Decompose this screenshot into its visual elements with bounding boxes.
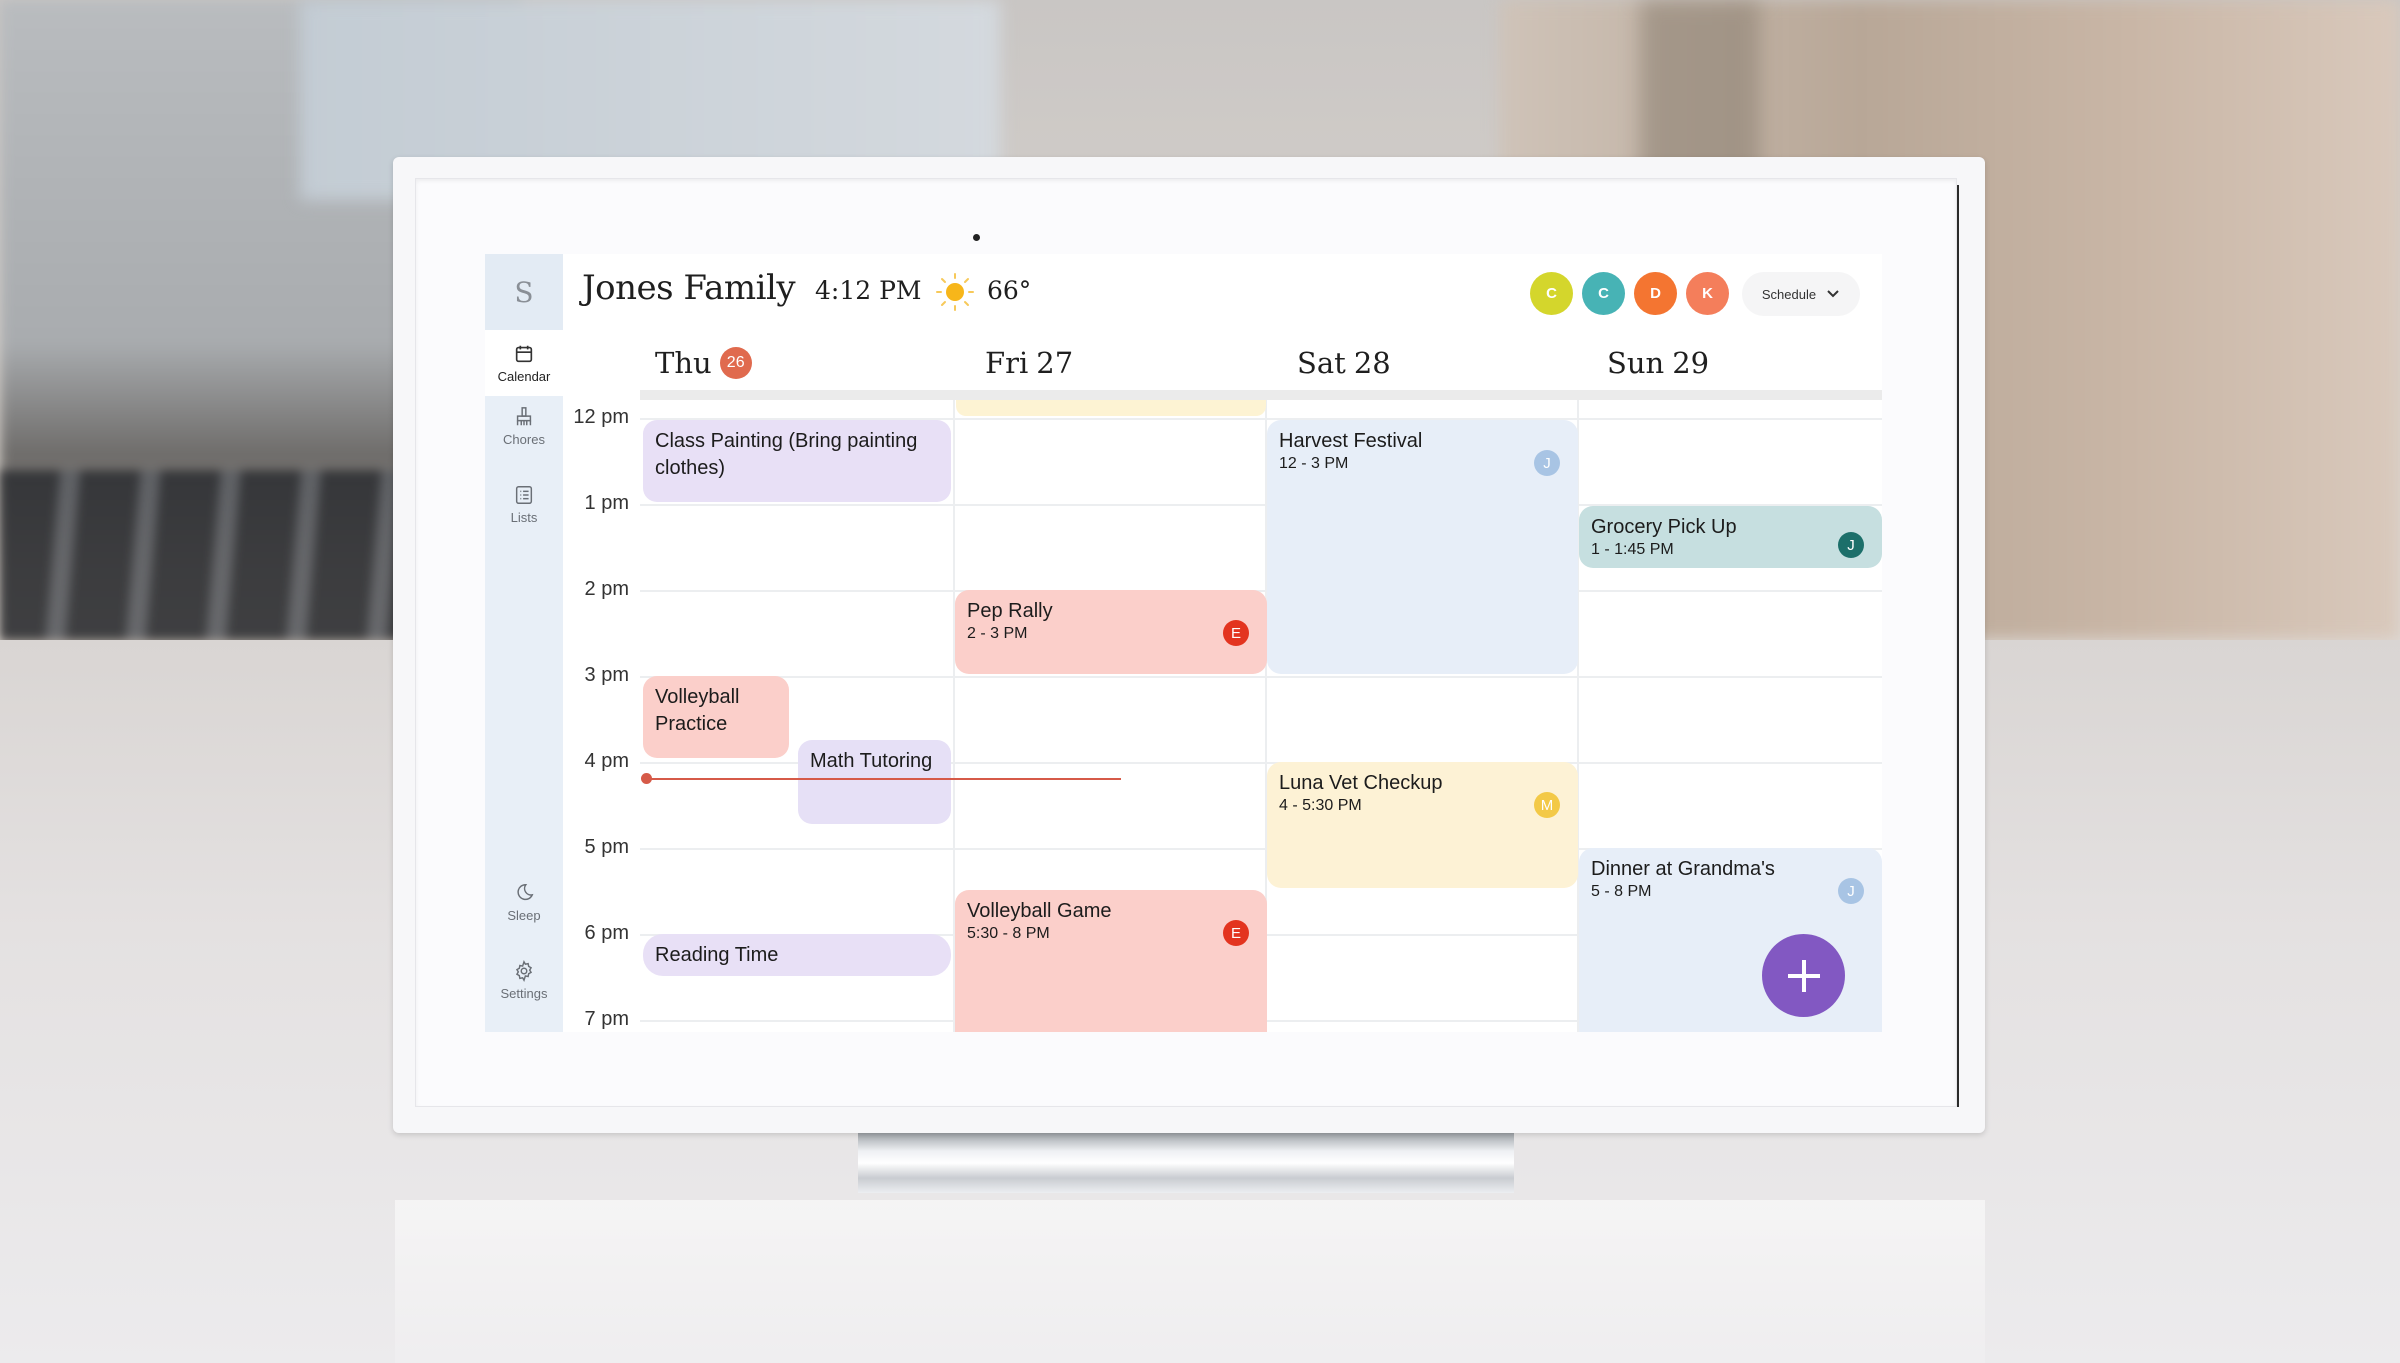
- hour-gridline: [640, 676, 1882, 678]
- event-time: 12 - 3 PM: [1279, 455, 1349, 472]
- event-fri-continued[interactable]: [956, 400, 1266, 416]
- day-date: 29: [1672, 346, 1710, 380]
- current-time-line: [645, 778, 1121, 780]
- day-date: 28: [1353, 346, 1391, 380]
- event-volleyball-practice[interactable]: Volleyball Practice: [643, 676, 789, 758]
- moon-icon: [517, 884, 534, 901]
- hour-label: 6 pm: [584, 922, 629, 944]
- sidebar-item-label: Settings: [500, 986, 548, 1001]
- temperature: 66°: [987, 276, 1032, 305]
- day-name: Thu: [655, 346, 712, 380]
- add-event-button[interactable]: [1762, 934, 1845, 1017]
- sidebar-item-chores[interactable]: Chores: [485, 406, 563, 447]
- hour-label: 12 pm: [573, 406, 629, 428]
- all-day-bar: [640, 390, 1882, 400]
- sidebar-item-calendar[interactable]: Calendar: [485, 330, 563, 396]
- sidebar: S Calendar Chores Lists Sleep Settings: [485, 254, 563, 1032]
- device-stand: [858, 1133, 1514, 1193]
- member-avatar[interactable]: K: [1686, 272, 1729, 315]
- member-avatar[interactable]: C: [1530, 272, 1573, 315]
- current-time: 4:12 PM: [815, 276, 922, 305]
- device-reflection: [395, 1200, 1985, 1363]
- family-name: Jones Family: [582, 268, 796, 308]
- event-math-tutoring[interactable]: Math Tutoring: [798, 740, 951, 824]
- sidebar-item-label: Chores: [503, 432, 545, 447]
- family-members: C C D K: [1530, 272, 1729, 315]
- gear-icon: [515, 960, 533, 982]
- view-selector-label: Schedule: [1761, 286, 1817, 302]
- sidebar-item-label: Lists: [510, 510, 538, 525]
- bezel-edge: [1957, 185, 1959, 1107]
- member-badge: E: [1223, 920, 1249, 946]
- event-grocery-pick-up[interactable]: Grocery Pick Up 1 - 1:45 PM J: [1579, 506, 1882, 568]
- event-title: Luna Vet Checkup: [1279, 772, 1443, 794]
- event-title: Volleyball Game: [967, 900, 1112, 922]
- sun-icon: [936, 273, 974, 311]
- background-keyboard: [0, 470, 420, 640]
- event-title: Harvest Festival: [1279, 430, 1423, 452]
- list-icon: [515, 486, 533, 504]
- member-badge: J: [1838, 532, 1864, 558]
- event-luna-vet-checkup[interactable]: Luna Vet Checkup 4 - 5:30 PM M: [1267, 762, 1578, 888]
- day-header-fri[interactable]: Fri 27: [985, 346, 1073, 380]
- event-time: 5 - 8 PM: [1591, 883, 1652, 900]
- sidebar-item-lists[interactable]: Lists: [485, 484, 563, 525]
- event-title: Pep Rally: [967, 600, 1053, 622]
- today-badge: 26: [719, 347, 752, 379]
- member-avatar[interactable]: D: [1634, 272, 1677, 315]
- event-volleyball-game[interactable]: Volleyball Game 5:30 - 8 PM E: [955, 890, 1267, 1032]
- day-date: 27: [1036, 346, 1074, 380]
- sidebar-item-label: Sleep: [507, 908, 541, 923]
- day-name: Sun: [1607, 346, 1665, 380]
- hour-label: 4 pm: [584, 750, 629, 772]
- hour-label: 1 pm: [584, 492, 629, 514]
- calendar-icon: [515, 345, 533, 362]
- event-pep-rally[interactable]: Pep Rally 2 - 3 PM E: [955, 590, 1267, 674]
- hour-label: 3 pm: [584, 664, 629, 686]
- event-title: Class Painting (Bring painting clothes): [655, 430, 918, 479]
- event-class-painting[interactable]: Class Painting (Bring painting clothes): [643, 420, 951, 502]
- event-title: Math Tutoring: [810, 750, 933, 772]
- event-time: 1 - 1:45 PM: [1591, 541, 1674, 558]
- event-dinner-at-grandmas[interactable]: Dinner at Grandma's 5 - 8 PM J: [1579, 848, 1882, 1032]
- calendar-app: S Calendar Chores Lists Sleep Settings J…: [485, 254, 1882, 1032]
- profile-avatar[interactable]: S: [485, 254, 563, 330]
- event-reading-time[interactable]: Reading Time: [643, 934, 951, 976]
- day-header-sun[interactable]: Sun 29: [1607, 346, 1709, 380]
- member-badge: E: [1223, 620, 1249, 646]
- sidebar-item-sleep[interactable]: Sleep: [485, 882, 563, 923]
- day-name: Sat: [1297, 346, 1346, 380]
- hour-label: 7 pm: [584, 1008, 629, 1030]
- event-title: Grocery Pick Up: [1591, 516, 1737, 538]
- event-title: Reading Time: [655, 944, 779, 966]
- event-harvest-festival[interactable]: Harvest Festival 12 - 3 PM J: [1267, 420, 1578, 674]
- member-avatar[interactable]: C: [1582, 272, 1625, 315]
- plus-icon: [1787, 959, 1820, 992]
- day-name: Fri: [985, 346, 1029, 380]
- sidebar-item-label: Calendar: [497, 368, 551, 384]
- day-header-sat[interactable]: Sat 28: [1297, 346, 1391, 380]
- member-badge: M: [1534, 792, 1560, 818]
- member-badge: J: [1838, 878, 1864, 904]
- hour-label: 2 pm: [584, 578, 629, 600]
- event-title: Dinner at Grandma's: [1591, 858, 1775, 880]
- member-badge: J: [1534, 450, 1560, 476]
- current-time-dot: [641, 773, 652, 784]
- event-title: Volleyball Practice: [655, 686, 740, 735]
- camera-dot: [973, 234, 980, 241]
- hour-label: 5 pm: [584, 836, 629, 858]
- view-selector[interactable]: Schedule: [1742, 272, 1860, 316]
- broom-icon: [516, 407, 532, 426]
- event-time: 5:30 - 8 PM: [967, 925, 1050, 942]
- day-header-thu[interactable]: Thu 26: [655, 346, 752, 380]
- event-time: 2 - 3 PM: [967, 625, 1028, 642]
- sidebar-item-settings[interactable]: Settings: [485, 960, 563, 1001]
- event-time: 4 - 5:30 PM: [1279, 797, 1362, 814]
- chevron-down-icon: [1827, 290, 1839, 298]
